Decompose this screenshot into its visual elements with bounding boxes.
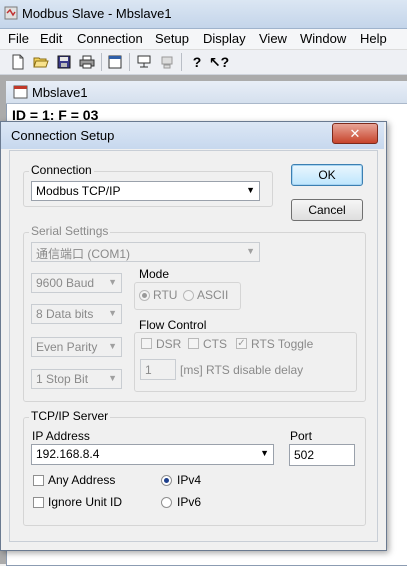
cancel-button[interactable]: Cancel: [291, 199, 363, 221]
rts-delay-input[interactable]: 1: [140, 359, 176, 380]
chevron-down-icon: ▼: [108, 308, 117, 318]
mode-label: Mode: [139, 267, 170, 281]
ipv4-radio[interactable]: [161, 475, 172, 486]
child-window-body: [385, 150, 407, 564]
toolbar-separator: [129, 53, 130, 71]
close-button[interactable]: ✕: [332, 123, 378, 144]
ok-button[interactable]: OK: [291, 164, 363, 186]
connect-icon: [137, 55, 151, 68]
cts-checkbox[interactable]: [188, 338, 199, 349]
close-icon: ✕: [349, 125, 361, 141]
child-window-title-bar: Mbslave1: [6, 81, 407, 104]
dsr-checkbox[interactable]: [141, 338, 152, 349]
rts-delay-label: [ms] RTS disable delay: [180, 363, 304, 377]
open-button[interactable]: [32, 53, 50, 71]
cts-label: CTS: [203, 337, 227, 351]
connection-value: Modbus TCP/IP: [36, 184, 121, 198]
port-label: Port: [290, 429, 313, 443]
help-icon: ?: [192, 54, 202, 70]
connection-select[interactable]: Modbus TCP/IP ▼: [31, 181, 260, 201]
disconnect-icon: [161, 56, 173, 69]
ignore-unit-id-checkbox[interactable]: [33, 497, 44, 508]
save-icon: [57, 55, 71, 69]
window-button[interactable]: [106, 53, 124, 71]
any-address-label: Any Address: [48, 473, 116, 487]
menu-edit[interactable]: Edit: [40, 31, 62, 46]
ipv6-label: IPv6: [177, 495, 202, 509]
window-title: Modbus Slave - Mbslave1: [22, 6, 172, 21]
chevron-down-icon: ▼: [108, 341, 117, 351]
menu-help[interactable]: Help: [360, 31, 387, 46]
app-icon: [4, 6, 18, 20]
mode-rtu-label: RTU: [153, 288, 178, 302]
chevron-down-icon: ▼: [246, 246, 255, 256]
serial-settings-label: Serial Settings: [29, 224, 111, 238]
chevron-down-icon: ▼: [108, 277, 117, 287]
toolbar-separator: [101, 53, 102, 71]
tcp-ip-server-label: TCP/IP Server: [29, 409, 111, 423]
stop-bits-value: 1 Stop Bit: [36, 372, 89, 386]
dialog-title: Connection Setup: [11, 128, 115, 143]
window-icon: [108, 55, 122, 69]
window-title-bar: Modbus Slave - Mbslave1: [0, 0, 407, 29]
baud-select[interactable]: 9600 Baud ▼: [31, 273, 122, 293]
data-bits-value: 8 Data bits: [36, 307, 94, 321]
data-bits-select[interactable]: 8 Data bits ▼: [31, 304, 122, 324]
port-value: 通信端口 (COM1): [36, 247, 130, 261]
chevron-down-icon: ▼: [246, 185, 255, 195]
port-select[interactable]: 通信端口 (COM1) ▼: [31, 242, 260, 262]
new-icon: [12, 54, 24, 70]
mode-ascii-radio[interactable]: [183, 290, 194, 301]
stop-bits-select[interactable]: 1 Stop Bit ▼: [31, 369, 122, 389]
print-button[interactable]: [78, 53, 96, 71]
chevron-down-icon: ▼: [108, 373, 117, 383]
rts-toggle-checkbox[interactable]: ✓: [236, 338, 247, 349]
ipv4-label: IPv4: [177, 473, 202, 487]
parity-value: Even Parity: [36, 340, 98, 354]
toolbar-separator: [181, 53, 182, 71]
menu-display[interactable]: Display: [203, 31, 246, 46]
open-icon: [33, 57, 49, 68]
ip-address-value: 192.168.8.4: [36, 447, 100, 461]
context-help-button[interactable]: ↖?: [208, 53, 230, 71]
any-address-checkbox[interactable]: [33, 475, 44, 486]
menu-file[interactable]: File: [8, 31, 29, 46]
menu-view[interactable]: View: [259, 31, 287, 46]
context-help-icon: ↖?: [208, 53, 230, 70]
ip-address-label: IP Address: [32, 429, 90, 443]
menu-connection[interactable]: Connection: [77, 31, 143, 46]
disconnect-button[interactable]: [158, 53, 176, 71]
dialog-title-bar: Connection Setup: [1, 122, 384, 149]
print-icon: [79, 55, 95, 69]
ip-address-input[interactable]: 192.168.8.4 ▼: [31, 444, 274, 465]
parity-select[interactable]: Even Parity ▼: [31, 337, 122, 357]
mode-ascii-label: ASCII: [197, 288, 229, 302]
menu-bar: File Edit Connection Setup Display View …: [0, 29, 407, 50]
menu-window[interactable]: Window: [300, 31, 346, 46]
toolbar: ? ↖?: [0, 50, 407, 75]
port-input[interactable]: 502: [289, 444, 355, 466]
rts-toggle-label: RTS Toggle: [251, 337, 314, 351]
child-window-title: Mbslave1: [32, 85, 88, 100]
document-icon: [13, 85, 28, 99]
ipv6-radio[interactable]: [161, 497, 172, 508]
dsr-label: DSR: [156, 337, 182, 351]
ignore-unit-id-label: Ignore Unit ID: [48, 495, 123, 509]
baud-value: 9600 Baud: [36, 276, 95, 290]
menu-setup[interactable]: Setup: [155, 31, 189, 46]
flow-control-label: Flow Control: [139, 318, 207, 332]
chevron-down-icon: ▼: [260, 448, 269, 458]
connection-group-label: Connection: [29, 163, 94, 177]
new-button[interactable]: [9, 53, 27, 71]
connect-button[interactable]: [135, 53, 153, 71]
mode-rtu-radio[interactable]: [139, 290, 150, 301]
save-button[interactable]: [55, 53, 73, 71]
help-button[interactable]: ?: [188, 53, 206, 71]
